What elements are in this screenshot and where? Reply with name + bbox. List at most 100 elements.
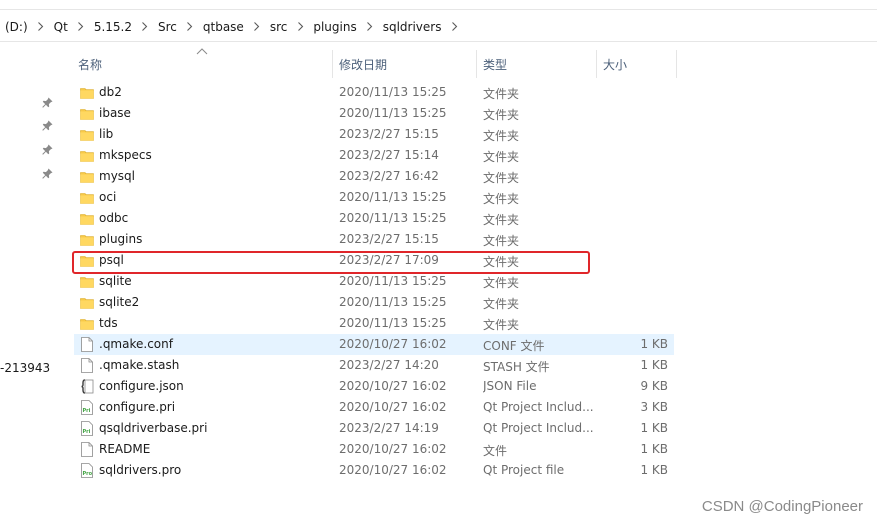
file-row[interactable]: .qmake.stash 2023/2/27 14:20 STASH 文件 1 KB — [74, 355, 674, 376]
chevron-right-icon[interactable] — [180, 17, 200, 37]
file-modified-date: 2023/2/27 15:14 — [339, 148, 439, 162]
breadcrumb-item[interactable]: Src — [155, 20, 180, 34]
file-modified-date: 2023/2/27 15:15 — [339, 127, 439, 141]
chevron-right-icon[interactable] — [247, 17, 267, 37]
file-size: 1 KB — [640, 358, 668, 372]
file-modified-date: 2020/10/27 16:02 — [339, 463, 447, 477]
folder-row[interactable]: ibase 2020/11/13 15:25 文件夹 — [74, 103, 674, 124]
file-type: 文件夹 — [483, 129, 520, 143]
chevron-right-icon[interactable] — [31, 17, 51, 37]
file-name: mkspecs — [99, 148, 152, 162]
folder-row[interactable]: psql 2023/2/27 17:09 文件夹 — [74, 250, 674, 271]
file-row[interactable]: Pri qsqldriverbase.pri 2023/2/27 14:19 Qt P… — [74, 418, 674, 439]
navigation-pane: -213943 — [0, 43, 62, 526]
file-type: 文件夹 — [483, 213, 520, 227]
file-name: qsqldriverbase.pri — [99, 421, 208, 435]
chevron-right-icon[interactable] — [444, 17, 464, 37]
svg-text:Pro: Pro — [83, 471, 93, 477]
file-row[interactable]: Pro sqldrivers.pro 2020/10/27 16:02 Qt Proj… — [74, 460, 674, 481]
file-type: 文件 — [483, 444, 508, 458]
file-modified-date: 2020/11/13 15:25 — [339, 106, 447, 120]
file-modified-date: 2020/10/27 16:02 — [339, 442, 447, 456]
pin-icon[interactable] — [42, 97, 53, 108]
column-header-type[interactable]: 类型 — [477, 50, 597, 78]
address-bar[interactable]: (D:) Qt 5.15.2 Src qtbase src plugins sqldriver… — [0, 12, 877, 42]
folder-icon — [80, 169, 94, 184]
folder-icon — [80, 253, 94, 268]
file-name: lib — [99, 127, 114, 141]
folder-row[interactable]: oci 2020/11/13 15:25 文件夹 — [74, 187, 674, 208]
file-modified-date: 2020/11/13 15:25 — [339, 316, 447, 330]
file-row[interactable]: Pri configure.pri 2020/10/27 16:02 Qt Proje… — [74, 397, 674, 418]
folder-icon — [80, 106, 94, 121]
chevron-right-icon[interactable] — [135, 17, 155, 37]
column-header-name[interactable]: 名称 — [72, 50, 333, 78]
file-size: 1 KB — [640, 421, 668, 435]
breadcrumb-item[interactable]: plugins — [310, 20, 359, 34]
file-modified-date: 2020/10/27 16:02 — [339, 379, 447, 393]
file-type: 文件夹 — [483, 276, 520, 290]
folder-row[interactable]: lib 2023/2/27 15:15 文件夹 — [74, 124, 674, 145]
file-row[interactable]: .qmake.conf 2020/10/27 16:02 CONF 文件 1 KB — [74, 334, 674, 355]
file-modified-date: 2023/2/27 14:20 — [339, 358, 439, 372]
folder-row[interactable]: tds 2020/11/13 15:25 文件夹 — [74, 313, 674, 334]
file-row[interactable]: configure.json 2020/10/27 16:02 JSON File 9… — [74, 376, 674, 397]
column-header-size[interactable]: 大小 — [597, 50, 677, 78]
breadcrumb-item[interactable]: Qt — [51, 20, 71, 34]
window-top-strip — [0, 0, 877, 10]
file-row[interactable]: README 2020/10/27 16:02 文件 1 KB — [74, 439, 674, 460]
svg-text:Pri: Pri — [83, 408, 91, 414]
folder-row[interactable]: plugins 2023/2/27 15:15 文件夹 — [74, 229, 674, 250]
file-name: .qmake.stash — [99, 358, 180, 372]
pin-icon[interactable] — [42, 120, 53, 131]
file-name: mysql — [99, 169, 135, 183]
file-type: 文件夹 — [483, 87, 520, 101]
folder-row[interactable]: db2 2020/11/13 15:25 文件夹 — [74, 82, 674, 103]
pin-icon[interactable] — [42, 168, 53, 179]
file-type: 文件夹 — [483, 297, 520, 311]
svg-text:Pri: Pri — [83, 429, 91, 435]
folder-icon — [80, 232, 94, 247]
chevron-right-icon[interactable] — [71, 17, 91, 37]
file-name: oci — [99, 190, 117, 204]
column-header-date[interactable]: 修改日期 — [333, 50, 477, 78]
breadcrumb-item[interactable]: (D:) — [2, 20, 31, 34]
file-name: .qmake.conf — [99, 337, 173, 351]
folder-icon — [80, 274, 94, 289]
file-name: sqlite2 — [99, 295, 140, 309]
folder-icon — [80, 85, 94, 100]
file-name: plugins — [99, 232, 143, 246]
watermark: CSDN @CodingPioneer — [701, 498, 863, 515]
folder-row[interactable]: sqlite2 2020/11/13 15:25 文件夹 — [74, 292, 674, 313]
json-file-icon — [80, 379, 94, 394]
file-type: Qt Project Includ... — [483, 400, 594, 414]
file-icon — [80, 337, 94, 352]
pin-icon[interactable] — [42, 144, 53, 155]
file-type: 文件夹 — [483, 318, 520, 332]
file-name: sqldrivers.pro — [99, 463, 182, 477]
folder-row[interactable]: odbc 2020/11/13 15:25 文件夹 — [74, 208, 674, 229]
folder-row[interactable]: mysql 2023/2/27 16:42 文件夹 — [74, 166, 674, 187]
file-modified-date: 2020/11/13 15:25 — [339, 274, 447, 288]
file-list: db2 2020/11/13 15:25 文件夹 ibase 2020/11/13 15… — [74, 82, 674, 481]
file-modified-date: 2023/2/27 15:15 — [339, 232, 439, 246]
file-type: JSON File — [483, 379, 537, 393]
folder-icon — [80, 211, 94, 226]
breadcrumb-item[interactable]: qtbase — [200, 20, 247, 34]
breadcrumb-item[interactable]: sqldrivers — [380, 20, 445, 34]
folder-row[interactable]: sqlite 2020/11/13 15:25 文件夹 — [74, 271, 674, 292]
file-size: 1 KB — [640, 337, 668, 351]
breadcrumb-item[interactable]: src — [267, 20, 291, 34]
file-icon — [80, 358, 94, 373]
file-modified-date: 2020/11/13 15:25 — [339, 85, 447, 99]
folder-row[interactable]: mkspecs 2023/2/27 15:14 文件夹 — [74, 145, 674, 166]
chevron-right-icon[interactable] — [290, 17, 310, 37]
file-modified-date: 2020/10/27 16:02 — [339, 337, 447, 351]
nav-item-label[interactable]: -213943 — [0, 361, 50, 375]
chevron-right-icon[interactable] — [360, 17, 380, 37]
breadcrumb-item[interactable]: 5.15.2 — [91, 20, 135, 34]
file-name: configure.json — [99, 379, 184, 393]
file-modified-date: 2020/11/13 15:25 — [339, 211, 447, 225]
file-size: 1 KB — [640, 463, 668, 477]
file-type: 文件夹 — [483, 255, 520, 269]
